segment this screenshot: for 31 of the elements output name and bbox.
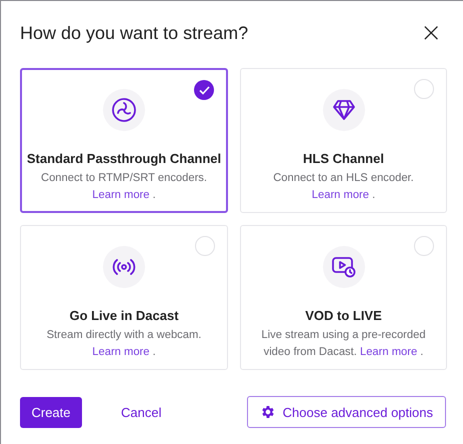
radio-indicator[interactable] <box>414 79 434 99</box>
broadcast-icon <box>112 257 136 277</box>
option-description: Connect to RTMP/SRT encoders. Learn more . <box>40 171 208 203</box>
advanced-options-button[interactable]: Choose advanced options <box>246 396 446 428</box>
learn-more-link[interactable]: Learn more <box>92 346 150 358</box>
option-title: Standard Passthrough Channel <box>26 151 222 166</box>
option-card[interactable]: Standard Passthrough Channel Connect to RTMP/SRT encoders. Learn more . <box>20 68 228 213</box>
learn-more-link[interactable]: Learn more <box>360 346 418 358</box>
video-clock-icon <box>330 255 356 279</box>
settings-icon <box>260 404 276 420</box>
option-title: Go Live in Dacast <box>69 308 179 323</box>
option-title: HLS Channel <box>303 151 384 166</box>
swirl-logo-icon <box>111 97 137 123</box>
dialog-title: How do you want to stream? <box>20 22 248 44</box>
button-label: Choose advanced options <box>282 404 433 420</box>
option-card[interactable]: Go Live in Dacast Stream directly with a webcam. Learn more . <box>20 225 228 370</box>
close-button[interactable]: × <box>416 20 446 46</box>
create-button[interactable]: Create <box>20 396 82 428</box>
option-description: Connect to an HLS encoder. Learn more . <box>272 171 415 203</box>
learn-more-link[interactable]: Learn more <box>92 189 150 201</box>
radio-indicator[interactable] <box>195 236 215 256</box>
diamond-icon <box>332 99 356 121</box>
cancel-button[interactable]: Cancel <box>115 404 168 420</box>
option-description: Live stream using a pre-recorded video from Dacast. Learn more . <box>260 328 427 360</box>
radio-indicator[interactable] <box>414 236 434 256</box>
learn-more-link[interactable]: Learn more <box>312 189 369 201</box>
option-card[interactable]: VOD to LIVE Live stream using a pre-recorded video from Dacast. Learn more . <box>240 225 447 370</box>
option-card[interactable]: HLS Channel Connect to an HLS encoder. Learn more . <box>240 68 447 213</box>
radio-indicator[interactable] <box>194 80 214 100</box>
option-description: Stream directly with a webcam. Learn more . <box>46 328 202 360</box>
option-title: VOD to LIVE <box>305 308 382 323</box>
